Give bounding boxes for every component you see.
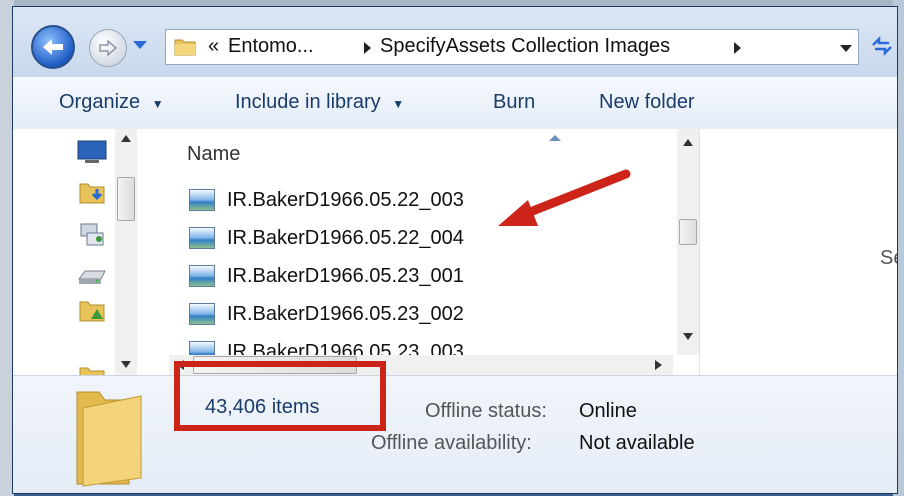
column-header-name[interactable]: Name [187,143,240,166]
offline-status-label: Offline status: [425,400,547,422]
folder-icon [174,39,196,56]
scroll-up-icon[interactable] [683,139,693,146]
file-list-scrollbar[interactable] [677,129,699,355]
shared-folder-icon[interactable] [77,297,107,323]
chevron-down-icon: ▼ [151,97,164,111]
scrollbar-thumb[interactable] [679,219,697,245]
organize-label: Organize [59,91,141,113]
scroll-down-icon[interactable] [683,333,693,340]
image-file-icon [189,189,215,211]
file-name: IR.BakerD1966.05.22_004 [227,226,464,249]
scroll-right-icon[interactable] [655,360,662,370]
scroll-up-icon[interactable] [121,135,131,142]
new-folder-button[interactable]: New folder [599,91,695,114]
scrollbar-thumb[interactable] [117,177,135,221]
offline-availability-value: Not available [579,432,695,454]
forward-button[interactable] [89,29,127,67]
list-item[interactable]: IR.BakerD1966.05.23_002 [189,295,464,333]
command-bar: Organize ▼ Include in library ▼ Burn New… [13,77,897,130]
navigation-pane-scrollbar[interactable] [115,129,137,375]
include-in-library-menu[interactable]: Include in library ▼ [235,91,404,114]
refresh-icon [872,35,892,57]
organize-menu[interactable]: Organize ▼ [59,91,164,114]
breadcrumb-overflow[interactable]: « [208,35,219,58]
image-file-icon [189,303,215,325]
refresh-button[interactable] [869,33,897,63]
list-item[interactable]: IR.BakerD1966.05.22_004 [189,219,464,257]
image-file-icon [189,227,215,249]
network-icon[interactable] [77,221,107,247]
explorer-window: « Entomo... SpecifyAssets Collection Ima… [12,6,898,494]
address-bar-area: « Entomo... SpecifyAssets Collection Ima… [13,7,897,78]
list-item[interactable]: IR.BakerD1966.05.23_001 [189,257,464,295]
forward-arrow-icon [99,39,118,57]
computer-icon[interactable] [77,139,107,165]
preview-pane: Se [699,129,897,375]
back-button[interactable] [31,25,75,69]
file-name: IR.BakerD1966.05.23_001 [227,264,464,287]
recent-pages-dropdown[interactable] [133,41,147,49]
downloads-icon[interactable] [77,179,107,205]
drive-icon[interactable] [77,263,107,289]
preview-message: Se [880,247,897,269]
breadcrumb-separator-icon[interactable] [364,42,371,54]
offline-availability-label: Offline availability: [371,432,532,454]
burn-button[interactable]: Burn [493,91,535,114]
annotation-arrow-icon [498,169,631,226]
file-name: IR.BakerD1966.05.23_002 [227,302,464,325]
breadcrumb-item-entomo[interactable]: Entomo... [228,35,314,58]
address-history-dropdown[interactable] [840,45,852,52]
breadcrumb-item-current-folder[interactable]: SpecifyAssets Collection Images [380,35,670,58]
chevron-down-icon: ▼ [392,97,405,111]
details-pane: 43,406 items Offline status: Online Offl… [13,375,897,493]
file-name: IR.BakerD1966.05.22_003 [227,188,464,211]
folder-icon [76,391,142,487]
navigation-pane [13,129,149,388]
scroll-down-icon[interactable] [121,361,131,368]
back-arrow-icon [43,39,63,55]
highlight-box [174,361,386,431]
include-in-library-label: Include in library [235,91,381,113]
image-file-icon [189,265,215,287]
sort-ascending-icon [549,135,561,141]
offline-status-value: Online [579,400,637,422]
breadcrumb[interactable]: « Entomo... SpecifyAssets Collection Ima… [165,29,859,65]
breadcrumb-separator-icon[interactable] [734,42,741,54]
list-item[interactable]: IR.BakerD1966.05.22_003 [189,181,464,219]
